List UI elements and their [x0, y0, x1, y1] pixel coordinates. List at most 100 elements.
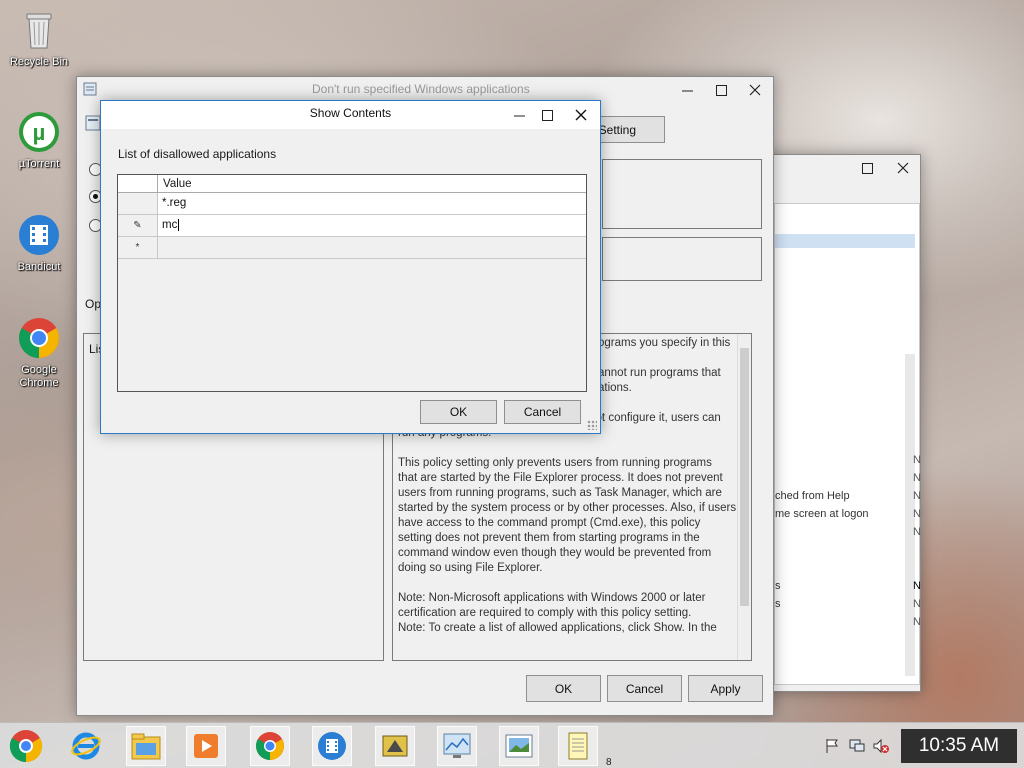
close-button[interactable] [738, 77, 772, 103]
cancel-button[interactable]: Cancel [504, 400, 581, 424]
policy-state: N [913, 598, 921, 610]
maximize-button[interactable] [850, 155, 884, 181]
internet-explorer-icon [71, 732, 101, 760]
help-text: This policy setting only prevents users … [398, 457, 737, 574]
setting-icon [85, 115, 101, 131]
window-title: Don't run specified Windows applications [312, 82, 530, 96]
svg-text:µ: µ [33, 120, 46, 145]
close-button[interactable] [562, 101, 600, 129]
close-button[interactable] [886, 155, 920, 181]
policy-item[interactable]: me screen at logon [775, 508, 893, 520]
cancel-button[interactable]: Cancel [607, 675, 682, 702]
apply-button[interactable]: Apply [688, 675, 763, 702]
resize-grip[interactable] [587, 420, 597, 430]
selected-row[interactable] [775, 234, 915, 248]
grid-row[interactable]: *.reg [118, 193, 586, 215]
maximize-button[interactable] [530, 101, 564, 129]
action-center-flag-icon[interactable] [823, 737, 841, 755]
column-header-value[interactable]: Value [163, 178, 192, 190]
taskbar-media-player[interactable] [186, 726, 226, 766]
title-bar: Show Contents [101, 101, 600, 129]
taskbar-notepad[interactable] [558, 726, 598, 766]
maximize-icon [541, 109, 553, 121]
comment-box[interactable] [602, 159, 762, 229]
close-icon [575, 109, 587, 121]
desktop-icon-label: Recycle Bin [9, 56, 69, 68]
header-corner [118, 175, 158, 193]
policy-state: N [913, 616, 921, 628]
policy-state: N [913, 472, 921, 484]
policy-item[interactable]: s [775, 598, 893, 610]
value-cell-input[interactable]: mc [162, 219, 180, 232]
start-icon [9, 730, 43, 763]
close-icon [897, 162, 909, 174]
network-icon[interactable] [848, 737, 866, 755]
policy-item[interactable]: s [775, 580, 893, 592]
maximize-icon [861, 162, 873, 174]
taskbar-resource-monitor[interactable] [437, 726, 477, 766]
close-icon [749, 84, 761, 96]
grid-row-editing[interactable]: ✎ mc [118, 215, 586, 237]
taskbar-badge: 8 [606, 757, 612, 768]
desktop-icon-google-chrome[interactable]: Google Chrome [3, 316, 75, 390]
flag-icon [826, 739, 838, 753]
edit-pencil-icon[interactable]: ✎ [118, 215, 158, 236]
minimize-icon [513, 115, 525, 116]
desktop-icon-utorrent[interactable]: µ µTorrent [3, 110, 75, 171]
desktop-icon-recycle-bin[interactable]: Recycle Bin [3, 8, 75, 69]
bandicut-icon [19, 215, 59, 255]
bandicut-icon [318, 732, 346, 760]
taskbar-internet-explorer[interactable] [66, 726, 106, 766]
maximize-icon [715, 84, 727, 96]
notepad-icon [568, 732, 588, 760]
policy-item[interactable]: ched from Help [775, 490, 893, 502]
value-text: mc [162, 219, 178, 232]
ok-button[interactable]: OK [526, 675, 601, 702]
taskbar-chrome[interactable] [250, 726, 290, 766]
volume-muted-icon[interactable] [872, 737, 890, 755]
value-cell[interactable]: *.reg [162, 197, 186, 209]
file-explorer-icon [131, 733, 161, 760]
text-caret [178, 219, 180, 231]
policy-state: N [913, 526, 921, 538]
minimize-icon [681, 90, 693, 91]
help-text: Note: Non-Microsoft applications with Wi… [398, 592, 717, 634]
application-icon [382, 735, 408, 757]
minimize-button[interactable] [670, 77, 704, 103]
taskbar-clock[interactable]: 10:35 AM [901, 729, 1017, 763]
speaker-icon [873, 738, 889, 754]
scrollbar-thumb[interactable] [740, 348, 749, 606]
ok-button[interactable]: OK [420, 400, 497, 424]
grid-new-row[interactable]: * [118, 237, 586, 259]
taskbar-app[interactable] [375, 726, 415, 766]
values-grid: Value *.reg ✎ mc * [117, 174, 587, 392]
utorrent-icon: µ [19, 112, 59, 152]
help-scrollbar[interactable] [737, 334, 751, 660]
desktop-icon-bandicut[interactable]: Bandicut [3, 213, 75, 274]
show-contents-dialog: Show Contents List of disallowed applica… [100, 100, 601, 434]
group-policy-editor-window: ched from Help me screen at logon s s N … [755, 154, 921, 692]
taskbar-file-explorer[interactable] [126, 726, 166, 766]
desktop-icon-label: Google Chrome [19, 364, 59, 389]
chrome-icon [256, 732, 284, 760]
taskbar: 8 10:35 AM [0, 722, 1024, 768]
list-label: List of disallowed applications [118, 147, 277, 161]
policy-state: N [913, 490, 921, 502]
chrome-icon [19, 318, 59, 358]
desktop-icon-label: µTorrent [18, 158, 60, 170]
media-player-icon [194, 734, 218, 758]
taskbar-bandicut[interactable] [312, 726, 352, 766]
start-button[interactable] [6, 726, 46, 766]
new-row-icon[interactable]: * [118, 237, 158, 258]
monitor-icon [443, 733, 471, 758]
maximize-button[interactable] [704, 77, 738, 103]
options-label: Op [85, 297, 102, 311]
policy-state: N [913, 580, 921, 592]
row-header[interactable] [118, 193, 158, 214]
taskbar-photos[interactable] [499, 726, 539, 766]
supported-on-box [602, 237, 762, 281]
policy-state: N [913, 454, 921, 466]
desktop-icon-label: Bandicut [17, 261, 61, 273]
recycle-bin-icon [26, 13, 52, 49]
network-icon-glyph [849, 739, 865, 752]
